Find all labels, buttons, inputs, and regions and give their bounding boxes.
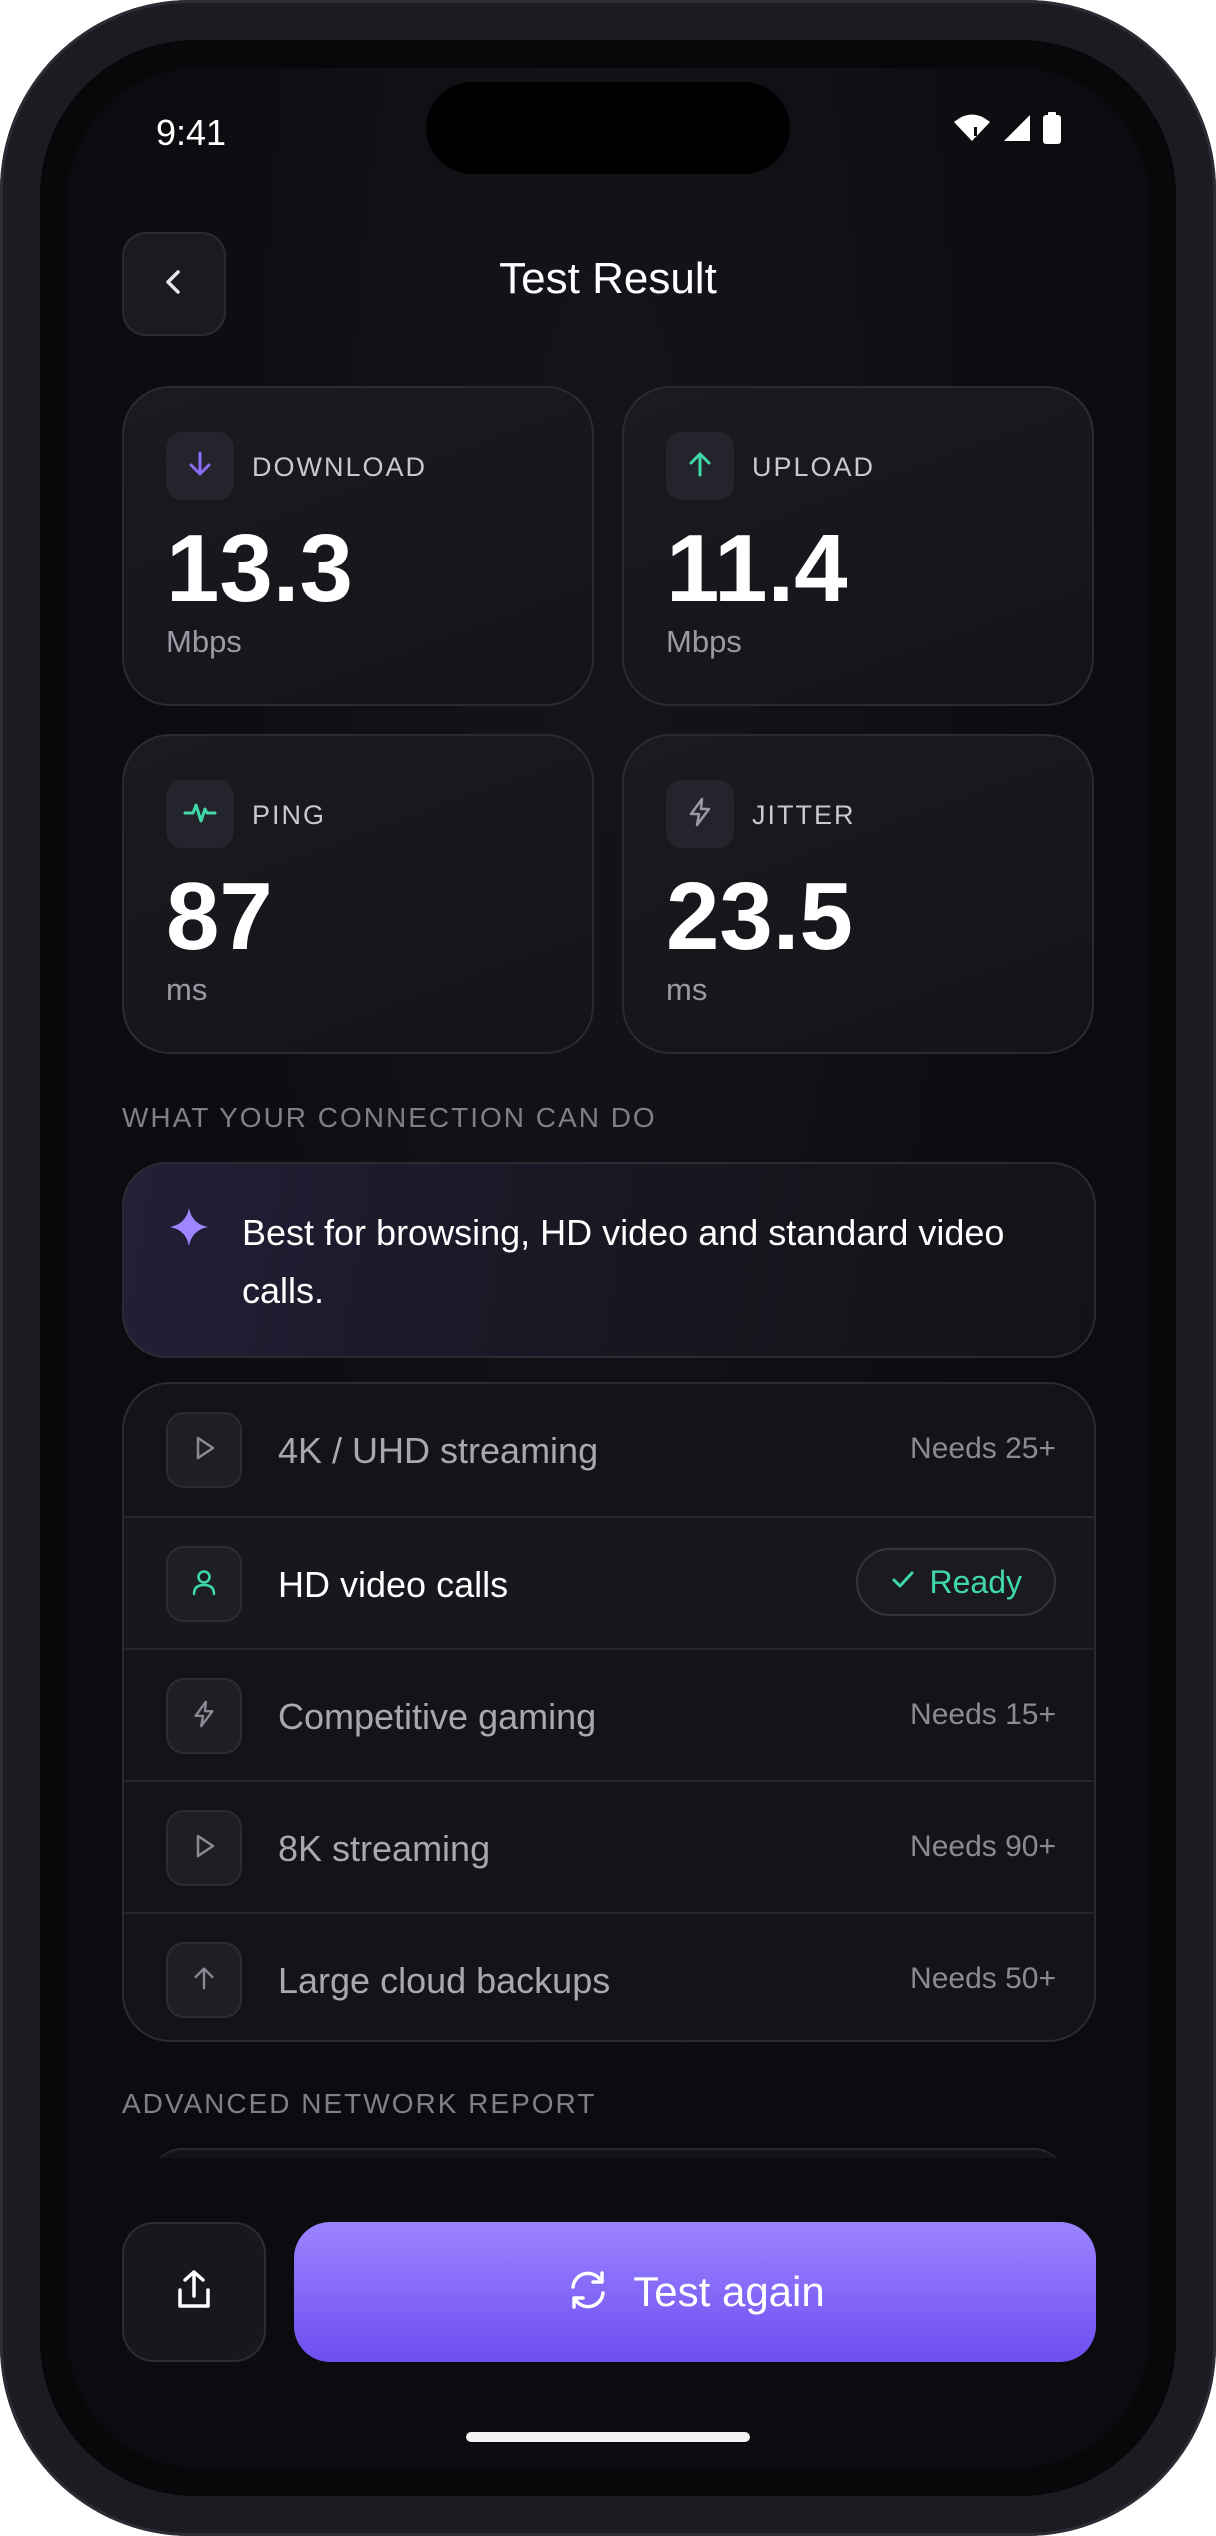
play-icon (189, 1831, 219, 1866)
ready-badge: Ready (855, 1548, 1056, 1616)
bolt-icon (684, 796, 716, 833)
signal-icon (1002, 113, 1032, 148)
metric-unit: ms (666, 972, 708, 1007)
capability-requirement: Needs 15+ (910, 1698, 1056, 1731)
refresh-icon (565, 2267, 611, 2318)
list-item: HD video calls Ready (124, 1516, 1094, 1648)
metric-value: 13.3 (166, 515, 353, 622)
arrow-down-icon (184, 448, 216, 485)
metric-value: 23.5 (666, 863, 853, 970)
screen: 9:41 Test Result DOWNLOAD 13.3 Mbps UPLO… (68, 68, 1148, 2468)
arrow-up-icon (684, 448, 716, 485)
metric-value: 87 (166, 863, 273, 970)
metric-label: DOWNLOAD (252, 452, 428, 482)
metric-unit: Mbps (666, 624, 742, 659)
list-item: 4K / UHD streaming Needs 25+ (124, 1384, 1094, 1516)
summary-text: Best for browsing, HD video and standard… (242, 1212, 1005, 1311)
check-icon (890, 1567, 916, 1598)
test-again-button[interactable]: Test again (294, 2222, 1096, 2362)
dynamic-island (426, 82, 790, 174)
share-icon (172, 2268, 216, 2317)
capability-name: HD video calls (278, 1564, 509, 1605)
metric-label: PING (252, 800, 327, 830)
download-card: DOWNLOAD 13.3 Mbps (122, 386, 594, 706)
status-time: 9:41 (156, 112, 227, 153)
capabilities-section-title: WHAT YOUR CONNECTION CAN DO (122, 1102, 657, 1133)
page-title: Test Result (499, 254, 717, 303)
report-section-title: ADVANCED NETWORK REPORT (122, 2088, 597, 2119)
share-button[interactable] (122, 2222, 266, 2362)
capability-name: Competitive gaming (278, 1696, 597, 1737)
status-bar: 9:41 (68, 68, 1148, 198)
capability-name: 4K / UHD streaming (278, 1430, 599, 1471)
upload-card: UPLOAD 11.4 Mbps (622, 386, 1094, 706)
metric-label: UPLOAD (752, 452, 876, 482)
jitter-card: JITTER 23.5 ms (622, 734, 1094, 1054)
summary-card: Best for browsing, HD video and standard… (122, 1162, 1096, 1358)
metric-label: JITTER (752, 800, 856, 830)
list-item: Large cloud backups Needs 50+ (124, 1912, 1094, 2040)
ping-card: PING 87 ms (122, 734, 594, 1054)
capability-list: 4K / UHD streaming Needs 25+ HD video ca… (122, 1382, 1096, 2042)
metric-unit: Mbps (166, 624, 242, 659)
home-indicator (466, 2432, 750, 2442)
battery-icon (1042, 112, 1062, 149)
test-again-label: Test again (633, 2268, 825, 2315)
list-item: Competitive gaming Needs 15+ (124, 1648, 1094, 1780)
metric-value: 11.4 (666, 515, 848, 622)
list-item: 8K streaming Needs 90+ (124, 1780, 1094, 1912)
capability-name: Large cloud backups (278, 1960, 611, 2001)
capability-requirement: Needs 50+ (910, 1962, 1056, 1995)
status-icons (952, 112, 1062, 149)
pulse-icon (183, 795, 217, 834)
sparkle-icon (168, 1206, 210, 1253)
arrow-up-icon (189, 1963, 219, 1998)
header: Test Result (68, 232, 1148, 336)
user-icon (189, 1567, 219, 1602)
capability-requirement: Needs 90+ (910, 1830, 1056, 1863)
metric-unit: ms (166, 972, 208, 1007)
bolt-icon (189, 1699, 219, 1734)
play-icon (189, 1433, 219, 1468)
capability-requirement: Needs 25+ (910, 1432, 1056, 1465)
wifi-icon (952, 113, 992, 148)
capability-name: 8K streaming (278, 1828, 491, 1869)
ready-label: Ready (929, 1563, 1023, 1600)
